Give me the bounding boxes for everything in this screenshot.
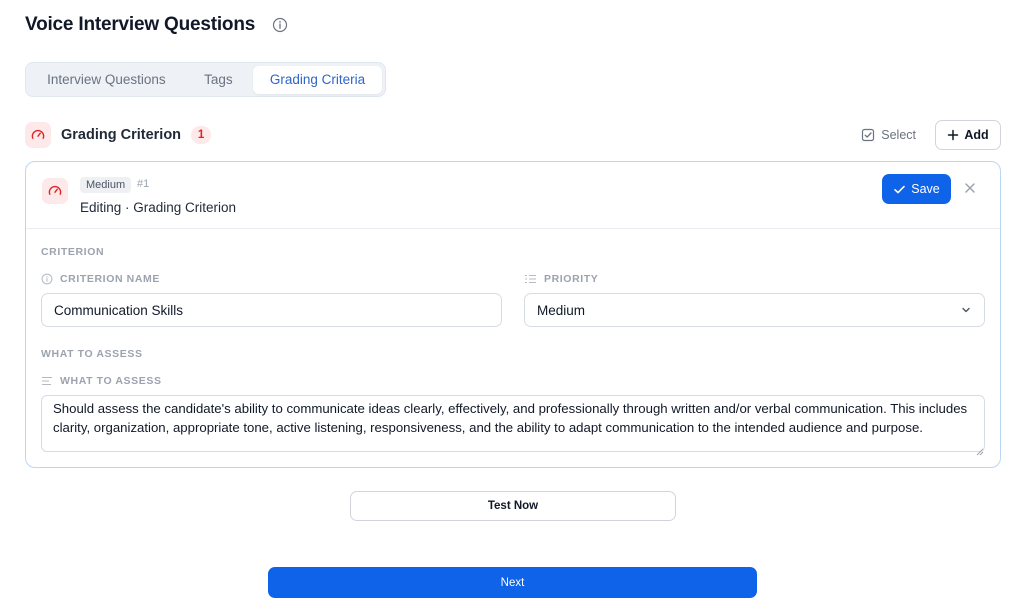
editing-status: Editing · Grading Criterion — [80, 200, 237, 215]
priority-select[interactable]: Medium — [524, 293, 985, 327]
title-row: Voice Interview Questions — [25, 14, 288, 36]
priority-badge: Medium — [80, 177, 132, 193]
assess-label-text: WHAT TO ASSESS — [60, 375, 162, 387]
next-button[interactable]: Next — [268, 567, 757, 598]
text-lines-icon — [41, 375, 53, 387]
assess-label: WHAT TO ASSESS — [41, 375, 162, 387]
priority-label: PRIORITY — [524, 273, 598, 285]
criterion-number: #1 — [137, 178, 150, 190]
close-icon[interactable] — [962, 180, 978, 196]
tab-tags[interactable]: Tags — [184, 66, 253, 94]
criterion-name-label: CRITERION NAME — [41, 273, 160, 285]
page-title: Voice Interview Questions — [25, 14, 256, 35]
select-label: Select — [881, 128, 916, 142]
section-title: Grading Criterion — [61, 127, 182, 143]
priority-selected-value: Medium — [537, 302, 586, 318]
checkbox-icon — [861, 128, 875, 142]
list-priority-icon — [524, 273, 537, 285]
save-label: Save — [911, 182, 940, 196]
tab-bar: Interview Questions Tags Grading Criteri… — [25, 62, 386, 97]
chevron-down-icon — [960, 304, 972, 316]
assess-group-label: WHAT TO ASSESS — [41, 348, 143, 360]
gauge-icon — [42, 178, 68, 204]
assess-textarea[interactable]: Should assess the candidate's ability to… — [41, 395, 985, 452]
plus-icon — [947, 129, 959, 141]
gauge-icon — [25, 122, 51, 148]
save-button[interactable]: Save — [882, 174, 951, 204]
tab-interview-questions[interactable]: Interview Questions — [29, 66, 184, 94]
card-header: Medium #1 Editing · Grading Criterion Sa… — [26, 162, 1000, 229]
check-icon — [893, 183, 906, 196]
test-now-button[interactable]: Test Now — [350, 491, 676, 521]
info-icon[interactable] — [272, 17, 288, 33]
criterion-edit-card: Medium #1 Editing · Grading Criterion Sa… — [25, 161, 1001, 468]
add-button[interactable]: Add — [935, 120, 1001, 150]
section-header: Grading Criterion 1 Select Add — [25, 120, 1001, 150]
resize-handle-icon[interactable] — [976, 443, 984, 456]
criterion-name-label-text: CRITERION NAME — [60, 273, 160, 285]
criterion-group-label: CRITERION — [41, 246, 105, 258]
add-label: Add — [964, 128, 989, 142]
criterion-name-input[interactable] — [41, 293, 502, 327]
select-button[interactable]: Select — [861, 128, 916, 142]
criterion-count-badge: 1 — [191, 126, 212, 144]
priority-label-text: PRIORITY — [544, 273, 599, 285]
info-circle-icon — [41, 273, 53, 285]
tab-grading-criteria[interactable]: Grading Criteria — [253, 65, 382, 94]
